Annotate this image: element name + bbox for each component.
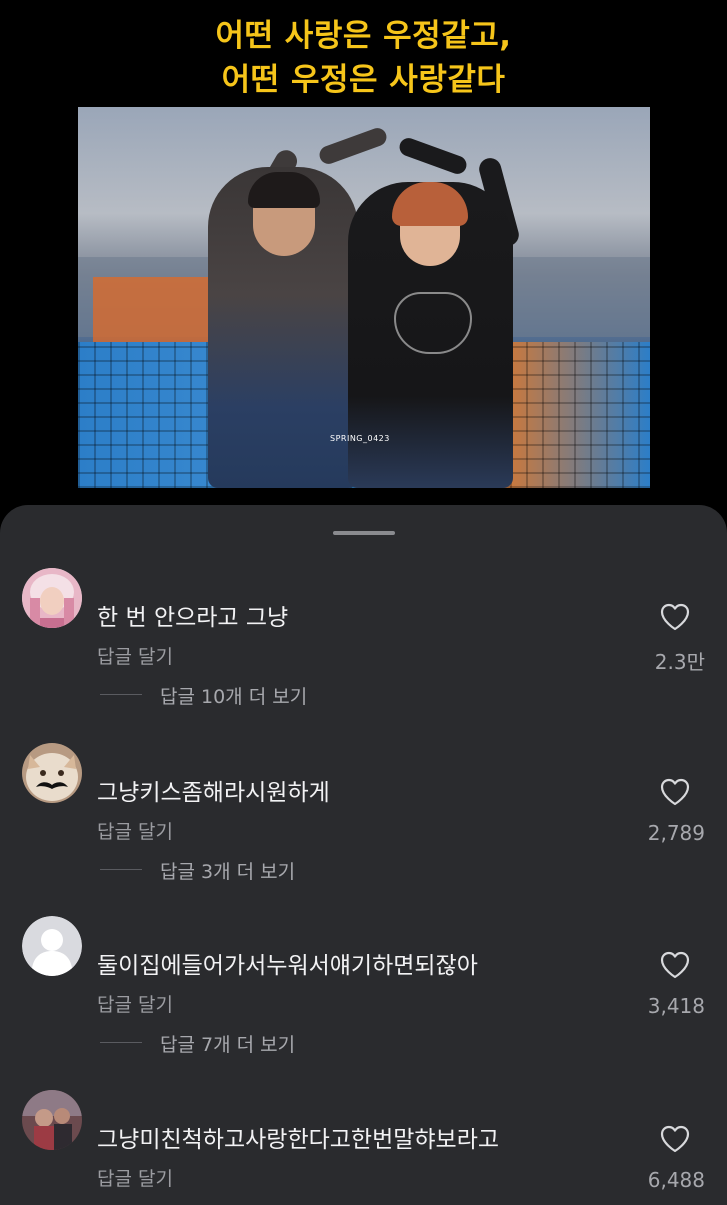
comment-text: 그냥미친척하고사랑한다고한번말햐보라고 xyxy=(97,1127,500,1153)
drag-handle[interactable] xyxy=(333,531,395,535)
caption-line-2: 어떤 우정은 사랑같다 xyxy=(221,62,506,98)
heart-icon[interactable] xyxy=(659,950,691,980)
comment-text: 한 번 안으라고 그냥 xyxy=(97,605,289,631)
view-more-replies-label: 답글 7개 더 보기 xyxy=(160,1034,296,1056)
view-more-replies-label: 답글 10개 더 보기 xyxy=(160,686,308,708)
avatar[interactable] xyxy=(22,743,82,803)
video-player[interactable]: 어떤 사랑은 우정같고, 어떤 우정은 사랑같다 SPRING_0423 xyxy=(0,0,727,505)
like-count: 6,488 xyxy=(647,1168,705,1192)
avatar[interactable] xyxy=(22,568,82,628)
comments-sheet: 한 번 안으라고 그냥 답글 달기 답글 10개 더 보기 2.3만 그냥키스좀… xyxy=(0,505,727,1205)
reply-button[interactable]: 답글 달기 xyxy=(97,642,173,669)
photo-watermark: SPRING_0423 xyxy=(330,434,390,443)
avatar[interactable] xyxy=(22,1090,82,1150)
comment-text: 그냥키스좀해라시원하게 xyxy=(97,780,330,806)
heart-icon[interactable] xyxy=(659,1124,691,1154)
heart-icon[interactable] xyxy=(659,602,691,632)
comment-text: 둘이집에들어가서누워서얘기하면되잖아 xyxy=(97,953,478,979)
caption-line-1: 어떤 사랑은 우정같고, xyxy=(215,18,512,54)
reply-button[interactable]: 답글 달기 xyxy=(97,990,173,1017)
reply-button[interactable]: 답글 달기 xyxy=(97,817,173,844)
video-caption: 어떤 사랑은 우정같고, 어떤 우정은 사랑같다 xyxy=(0,14,727,102)
default-avatar-icon[interactable] xyxy=(22,916,82,976)
video-frame-photo: SPRING_0423 xyxy=(78,107,650,488)
like-count: 2.3만 xyxy=(654,650,705,674)
heart-icon[interactable] xyxy=(659,777,691,807)
reply-button[interactable]: 답글 달기 xyxy=(97,1164,173,1191)
like-count: 2,789 xyxy=(647,821,705,845)
like-count: 3,418 xyxy=(647,994,705,1018)
view-more-replies-label: 답글 3개 더 보기 xyxy=(160,861,296,883)
